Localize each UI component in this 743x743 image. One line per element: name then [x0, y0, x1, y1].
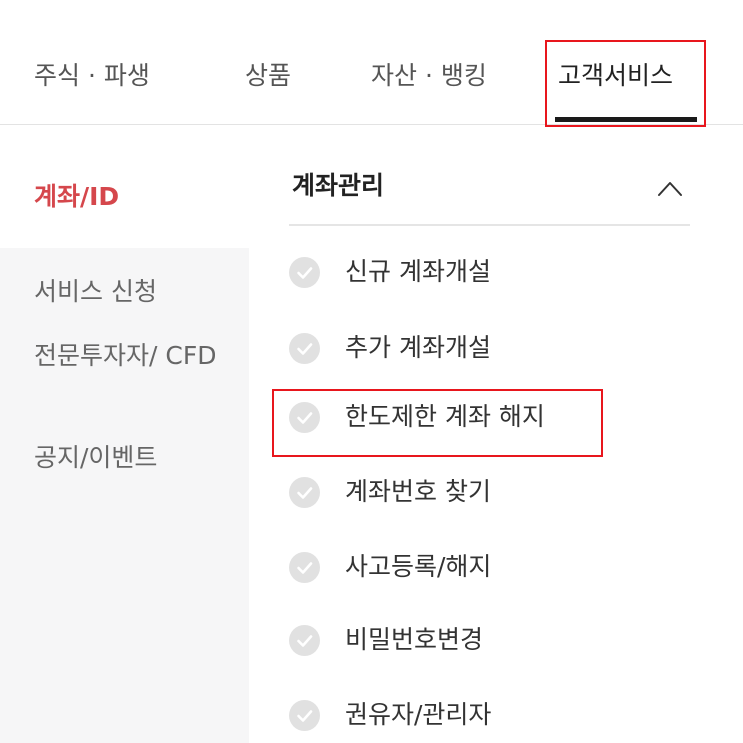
tab-assets-banking[interactable]: 자산 · 뱅킹 — [371, 56, 487, 96]
menu-item-new-account-opening[interactable]: 신규 계좌개설 — [289, 250, 689, 294]
check-circle-icon — [289, 477, 320, 508]
tab-stocks-derivatives[interactable]: 주식 · 파생 — [34, 56, 150, 96]
menu-item-change-password[interactable]: 비밀번호변경 — [289, 618, 689, 662]
check-circle-icon — [289, 257, 320, 288]
sidebar-item-label: 계좌/ID — [34, 182, 120, 211]
menu-item-solicitor-manager[interactable]: 권유자/관리자 — [289, 693, 689, 737]
sidebar-item-professional-investor-cfd[interactable]: 전문투자자/ CFD — [34, 337, 234, 375]
sidebar: 계좌/ID 서비스 신청 전문투자자/ CFD 공지/이벤트 — [0, 148, 249, 743]
menu-item-find-account-number[interactable]: 계좌번호 찾기 — [289, 470, 689, 514]
tab-customer-service[interactable]: 고객서비스 — [558, 56, 673, 96]
menu-item-label: 계좌번호 찾기 — [345, 477, 491, 506]
menu-item-label: 신규 계좌개설 — [345, 257, 491, 286]
check-circle-icon — [289, 552, 320, 583]
menu-item-incident-report[interactable]: 사고등록/해지 — [289, 545, 689, 589]
check-circle-icon — [289, 402, 320, 433]
section-title: 계좌관리 — [292, 171, 385, 200]
menu-item-label: 비밀번호변경 — [345, 625, 484, 654]
menu-item-label: 추가 계좌개설 — [345, 333, 491, 362]
menu-item-label: 사고등록/해지 — [345, 552, 492, 581]
sidebar-item-service-request[interactable]: 서비스 신청 — [34, 273, 234, 311]
menu-item-label: 권유자/관리자 — [345, 700, 492, 729]
menu-item-label: 한도제한 계좌 해지 — [345, 402, 545, 431]
check-circle-icon — [289, 700, 320, 731]
chevron-up-icon[interactable] — [657, 179, 683, 199]
menu-item-additional-account-opening[interactable]: 추가 계좌개설 — [289, 326, 689, 370]
sidebar-item-notice-event[interactable]: 공지/이벤트 — [34, 439, 234, 477]
tab-products[interactable]: 상품 — [245, 56, 291, 96]
check-circle-icon — [289, 625, 320, 656]
top-navigation: 주식 · 파생 상품 자산 · 뱅킹 고객서비스 — [0, 0, 743, 125]
sidebar-item-account-id[interactable]: 계좌/ID — [0, 148, 249, 248]
check-circle-icon — [289, 333, 320, 364]
active-tab-indicator — [555, 117, 697, 122]
section-divider — [289, 224, 690, 226]
menu-item-limited-account-cancellation[interactable]: 한도제한 계좌 해지 — [289, 395, 689, 439]
